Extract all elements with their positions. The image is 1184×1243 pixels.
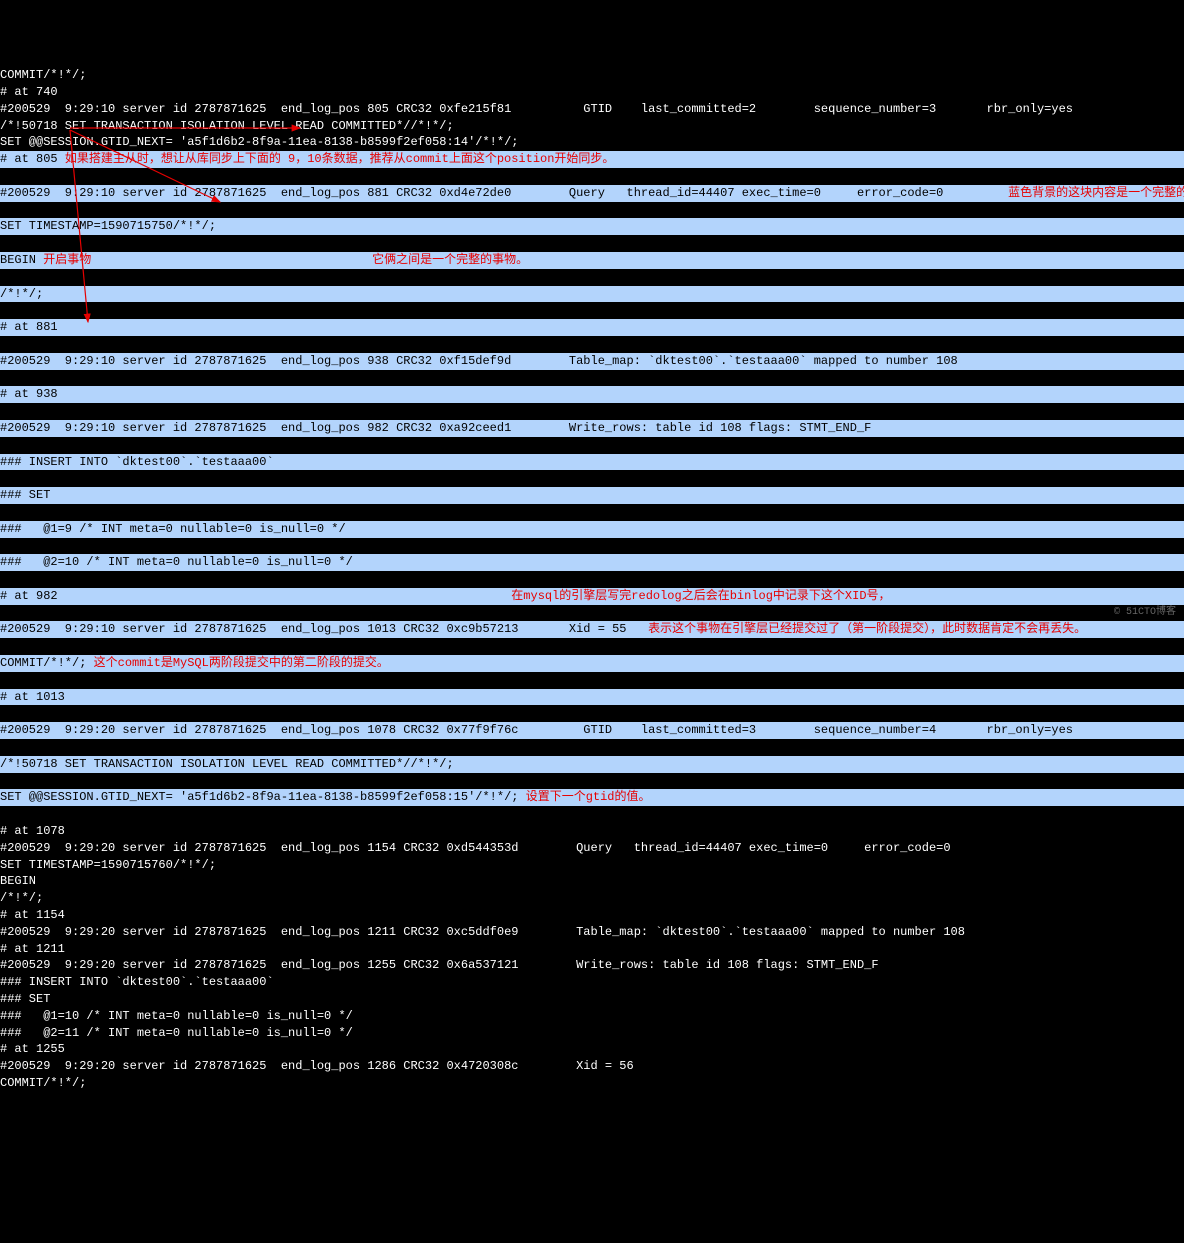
- watermark: © 51CTO博客: [1114, 606, 1176, 620]
- terminal-binlog-output: COMMIT/*!*/; # at 740 #200529 9:29:10 se…: [0, 67, 1184, 1092]
